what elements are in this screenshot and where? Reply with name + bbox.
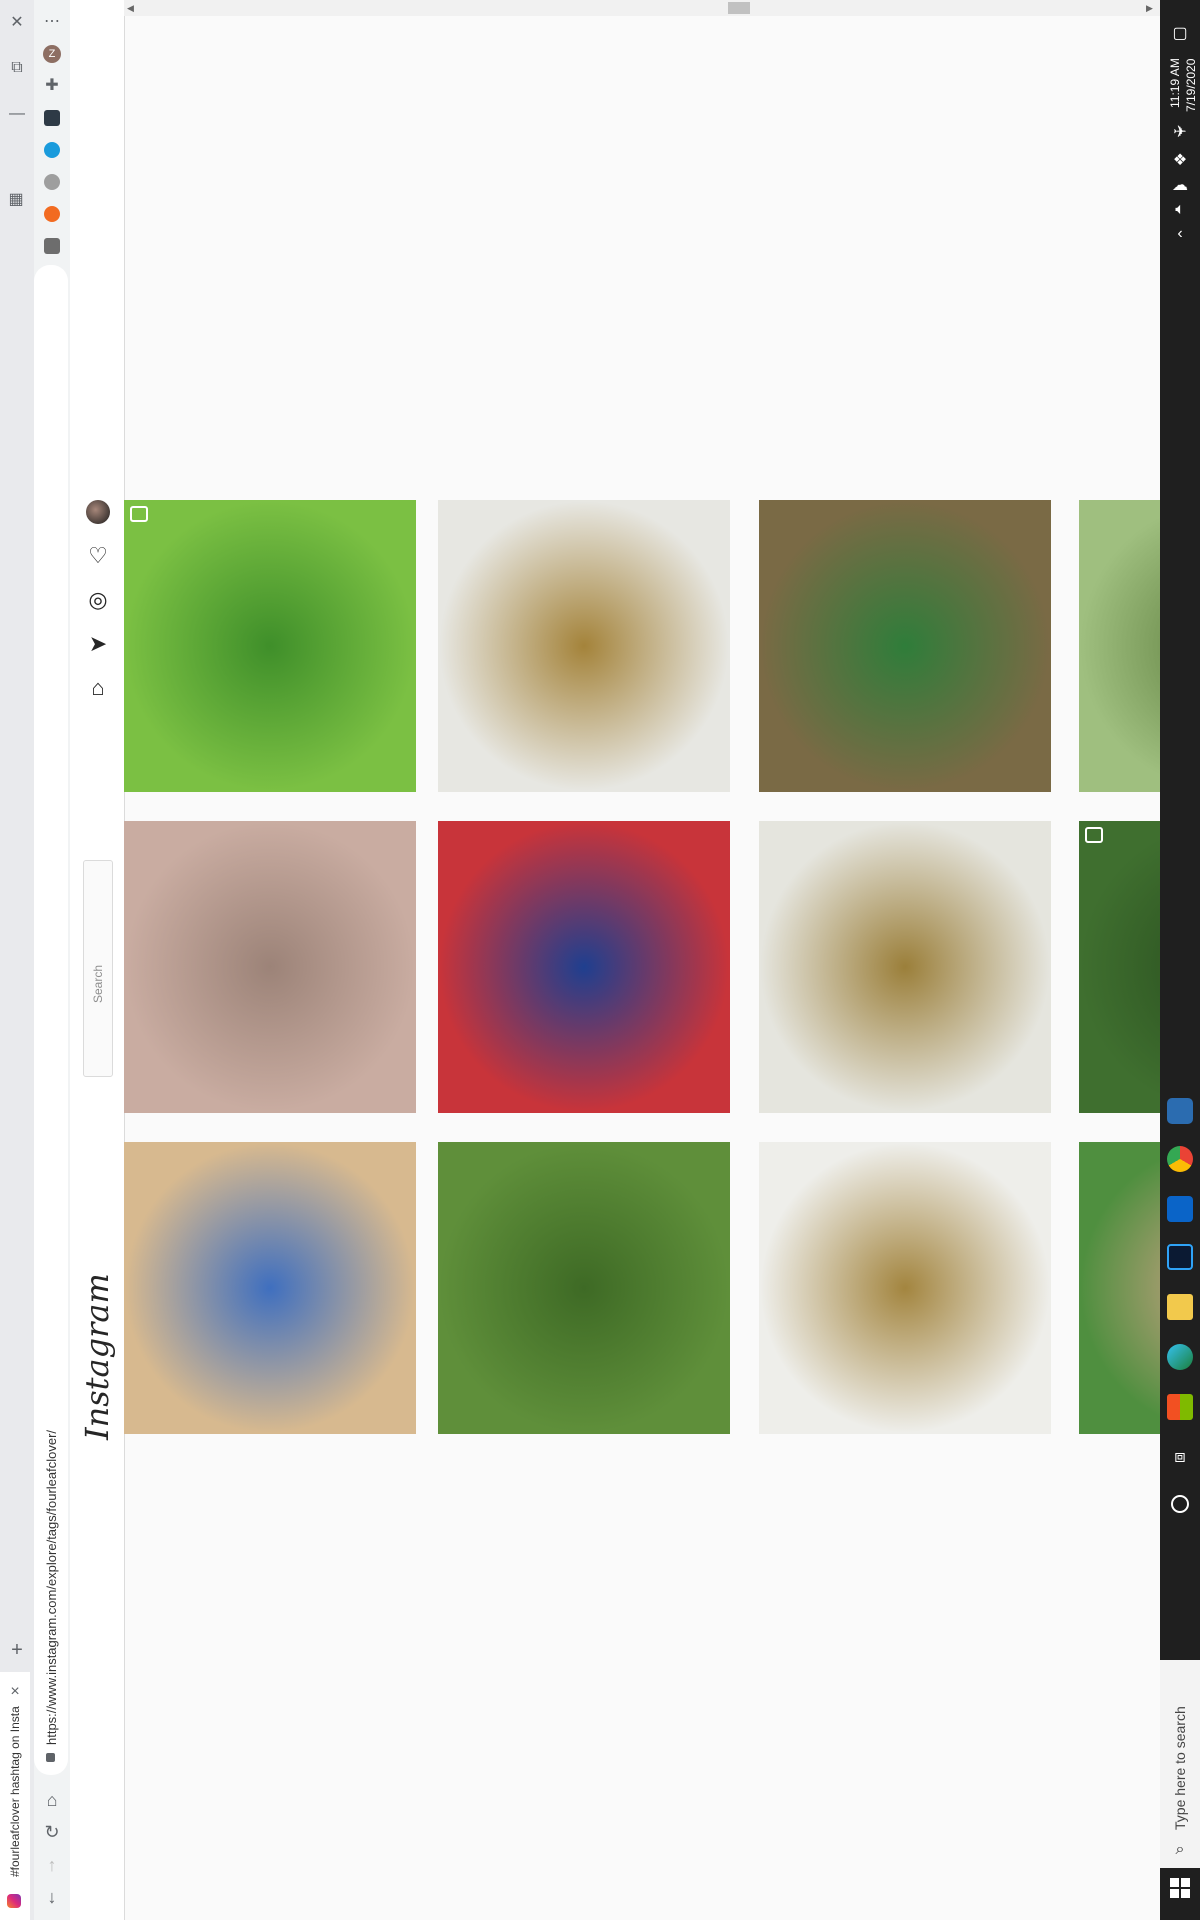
extension-g-icon[interactable]	[44, 238, 60, 254]
address-bar[interactable]: https://www.instagram.com/explore/tags/f…	[34, 265, 68, 1775]
network-icon[interactable]: ✈	[1170, 122, 1190, 142]
camera-icon	[130, 506, 148, 522]
show-hidden-icons-icon[interactable]: ‹	[1170, 224, 1190, 244]
tab-title: #fourleafclover hashtag on Insta	[8, 1706, 22, 1877]
instagram-header: ♡ ◎ ➤ ⌂ Search Instagram	[70, 0, 125, 1920]
post-tile-brass-compact-lid[interactable]	[759, 1142, 1051, 1434]
task-view-icon[interactable]: ⧈	[1168, 1444, 1192, 1468]
extensions-icon[interactable]: ✚	[42, 76, 62, 94]
onedrive-icon[interactable]: ☁	[1170, 175, 1190, 195]
scrollbar-thumb[interactable]	[728, 2, 750, 14]
back-icon[interactable]: ↓	[42, 1887, 62, 1907]
tab-actions-icon[interactable]: ⧉	[4, 58, 30, 78]
action-center-icon[interactable]: ▢	[1168, 22, 1192, 44]
file-explorer-icon[interactable]	[1167, 1294, 1193, 1320]
store-icon[interactable]	[1167, 1394, 1193, 1420]
url-text[interactable]: https://www.instagram.com/explore/tags/f…	[44, 1430, 59, 1745]
post-tile-hand-holding-clovers[interactable]	[759, 500, 1051, 792]
windows-taskbar: ▢ 11:19 AM 7/19/2020 ✈ ❖ ☁ 🔈︎ ‹ ⧈ Type h…	[1160, 0, 1200, 1920]
volume-icon[interactable]: 🔈︎	[1170, 200, 1190, 220]
extension-chart-icon[interactable]	[44, 110, 60, 126]
direct-icon[interactable]: ➤	[86, 631, 110, 656]
taskbar-search-box[interactable]: Type here to search ⌕	[1160, 1660, 1200, 1868]
instagram-logo[interactable]: Instagram	[78, 1273, 116, 1440]
home-browser-icon[interactable]: ⌂	[42, 1790, 62, 1810]
scroll-right-arrow-icon[interactable]: ▶	[1146, 3, 1153, 14]
post-tile-open-brass-compact[interactable]	[759, 821, 1051, 1113]
start-button[interactable]	[1170, 1878, 1190, 1898]
post-tile-grass-partial[interactable]	[1079, 500, 1160, 792]
extension-orange-icon[interactable]	[44, 206, 60, 222]
scroll-left-arrow-icon[interactable]: ◀	[127, 3, 134, 14]
activity-icon[interactable]: ♡	[86, 543, 110, 568]
tab-strip: ✕ ⧉ — ▦ + × #fourleafclover hashtag on I…	[0, 0, 34, 1920]
clock-date[interactable]: 7/19/2020	[1184, 59, 1198, 112]
edge-icon[interactable]	[1167, 1344, 1193, 1370]
post-tile-clover-hand-partial[interactable]	[1079, 1142, 1160, 1434]
minimize-icon[interactable]: —	[4, 104, 30, 124]
search-placeholder: Search	[91, 964, 105, 1003]
search-input[interactable]: Search	[83, 860, 113, 1077]
post-tile-green-partial[interactable]	[1079, 821, 1160, 1113]
extension-gray-icon[interactable]	[44, 174, 60, 190]
post-grid	[124, 500, 1160, 1440]
cortana-icon[interactable]	[1171, 1495, 1189, 1513]
settings-menu-icon[interactable]: ⋯	[42, 12, 62, 30]
search-icon: ⌕	[1175, 1841, 1185, 1858]
post-tile-clovers-on-tin[interactable]	[124, 1142, 416, 1434]
horizontal-scrollbar[interactable]: ◀ ▶	[124, 0, 1161, 16]
profile-avatar[interactable]	[86, 500, 110, 524]
forward-icon[interactable]: ↑	[42, 1855, 62, 1875]
clock-time[interactable]: 11:19 AM	[1168, 58, 1182, 108]
chrome-icon[interactable]	[1167, 1146, 1193, 1172]
close-window-icon[interactable]: ✕	[4, 12, 30, 32]
dropbox-icon[interactable]: ❖	[1170, 150, 1190, 170]
camera-icon	[1085, 827, 1103, 843]
extension-blue-icon[interactable]	[44, 142, 60, 158]
new-tab-button[interactable]: +	[4, 1639, 30, 1661]
post-tile-clover-comic-bg[interactable]	[438, 821, 730, 1113]
vertical-tabs-icon[interactable]: ▦	[3, 186, 29, 212]
explore-icon[interactable]: ◎	[86, 587, 110, 612]
photoshop-icon[interactable]	[1167, 1244, 1193, 1270]
profile-avatar[interactable]: Z	[43, 45, 61, 63]
post-tile-brass-compact-clovers[interactable]	[438, 500, 730, 792]
post-tile-palm-clover-charm[interactable]	[124, 821, 416, 1113]
app-settings-icon[interactable]	[1167, 1098, 1193, 1124]
post-tile-clover-patch[interactable]	[124, 500, 416, 792]
lock-icon	[46, 1753, 55, 1762]
instagram-favicon-icon	[7, 1894, 21, 1908]
taskbar-search-placeholder: Type here to search	[1172, 1706, 1188, 1830]
refresh-icon[interactable]: ↻	[42, 1822, 62, 1842]
active-tab[interactable]: × #fourleafclover hashtag on Insta	[0, 1672, 30, 1920]
home-icon[interactable]: ⌂	[86, 675, 110, 700]
post-tile-hand-clover-lawn[interactable]	[438, 1142, 730, 1434]
outlook-icon[interactable]	[1167, 1196, 1193, 1222]
